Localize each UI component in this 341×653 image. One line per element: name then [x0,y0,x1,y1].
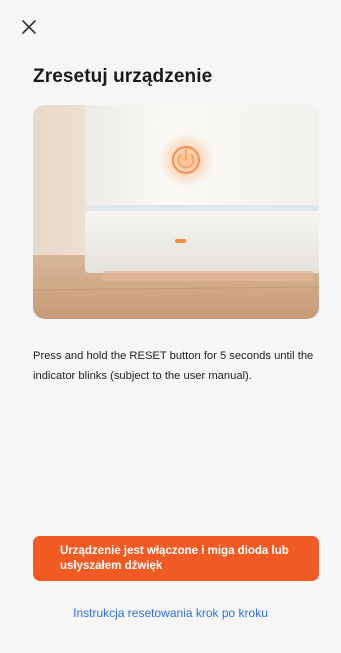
page-title: Zresetuj urządzenie [33,66,213,87]
device-illustration [33,105,319,319]
device-blinking-confirm-button[interactable]: Urządzenie jest włączone i miga dioda lu… [33,536,319,581]
instruction-text: Press and hold the RESET button for 5 se… [33,350,314,382]
close-icon [22,20,36,34]
confirm-button-label: Urządzenie jest włączone i miga dioda lu… [60,544,289,572]
reset-device-screen: Zresetuj urządzenie Press and hold the R… [0,0,341,653]
close-button[interactable] [14,12,44,42]
reset-guide-link[interactable]: Instrukcja resetowania krok po kroku [0,606,341,620]
